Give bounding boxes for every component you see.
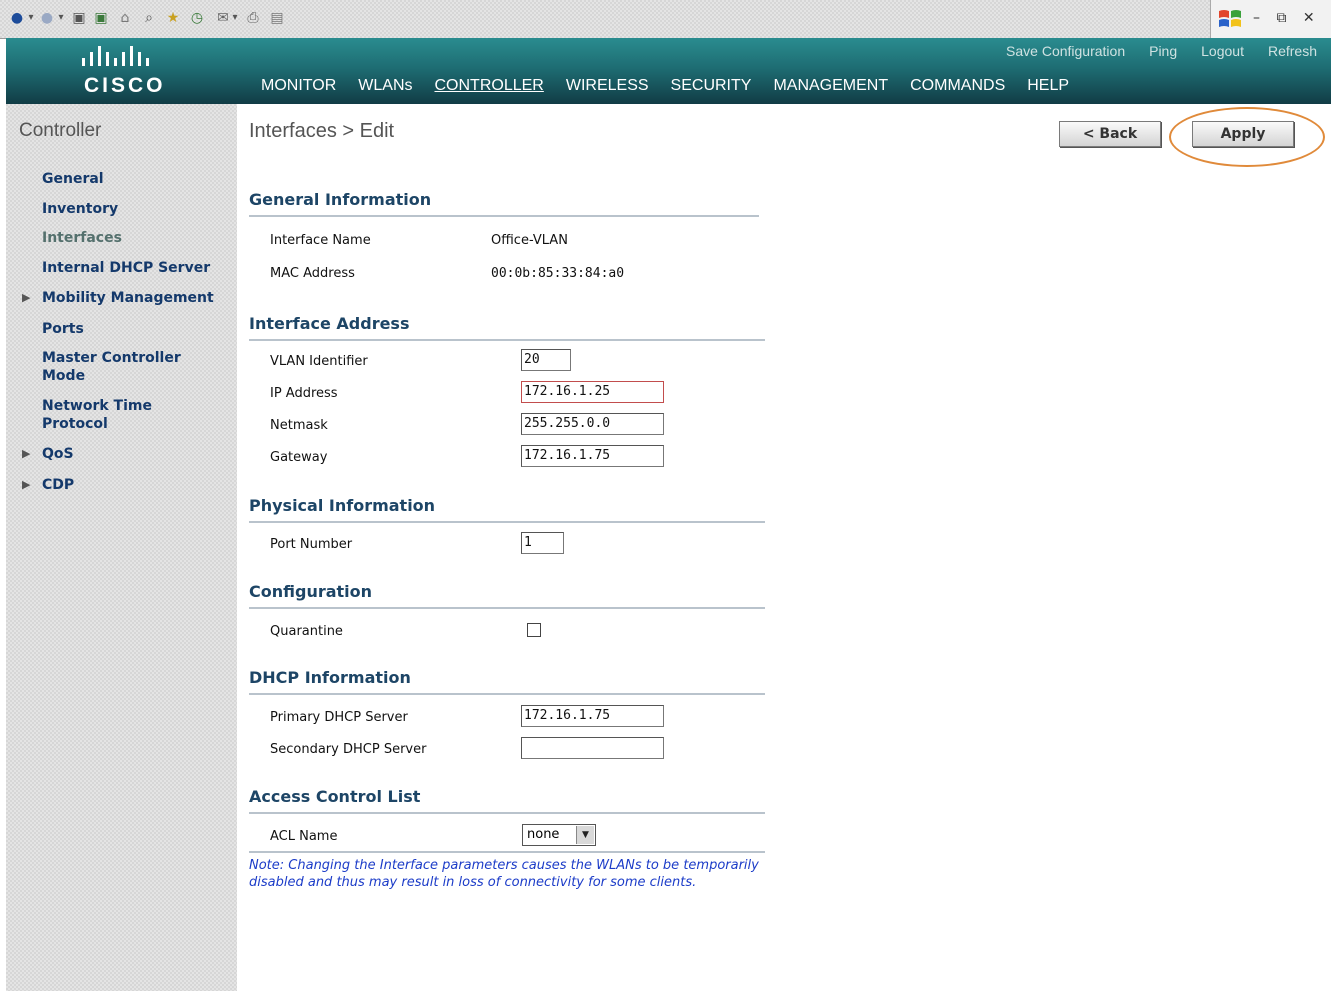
vlan-identifier-label: VLAN Identifier <box>270 354 368 369</box>
sidebar-item-general[interactable]: General <box>42 170 237 188</box>
ip-address-label: IP Address <box>270 386 338 401</box>
save-configuration-link[interactable]: Save Configuration <box>1006 43 1125 59</box>
home-icon[interactable]: ⌂ <box>116 9 134 27</box>
sidebar-item-cdp[interactable]: ▶ CDP <box>22 476 237 494</box>
section-divider <box>249 693 765 695</box>
warning-note: Note: Changing the Interface parameters … <box>249 858 759 890</box>
gateway-input[interactable]: 172.16.1.75 <box>521 445 664 467</box>
vlan-identifier-input[interactable]: 20 <box>521 349 571 371</box>
sidebar-item-qos[interactable]: ▶ QoS <box>22 445 237 463</box>
nav-wireless[interactable]: WIRELESS <box>555 77 660 95</box>
section-title-configuration: Configuration <box>249 582 373 601</box>
expand-arrow-icon[interactable]: ▶ <box>22 476 30 494</box>
section-divider <box>249 851 765 853</box>
content-panel: Interfaces > Edit < Back Apply General I… <box>237 104 1331 991</box>
chevron-down-icon[interactable]: ▼ <box>576 826 594 844</box>
section-divider <box>249 339 765 341</box>
sidebar-item-inventory[interactable]: Inventory <box>42 200 237 218</box>
expand-arrow-icon[interactable]: ▶ <box>22 445 30 463</box>
netmask-label: Netmask <box>270 418 328 433</box>
nav-monitor[interactable]: MONITOR <box>250 77 347 95</box>
window-controls: – ⧉ ✕ <box>1210 0 1331 38</box>
gateway-label: Gateway <box>270 450 328 465</box>
sidebar-item-mobility-management[interactable]: ▶ Mobility Management <box>22 289 237 307</box>
section-title-physical: Physical Information <box>249 496 436 515</box>
history-icon[interactable]: ◷ <box>188 9 206 27</box>
section-divider <box>249 812 765 814</box>
sidebar-item-label: CDP <box>42 477 75 493</box>
nav-security[interactable]: SECURITY <box>660 77 763 95</box>
edit-icon[interactable]: ▤ <box>268 9 286 27</box>
sidebar-item-master-controller-mode[interactable]: Master Controller Mode <box>42 349 202 385</box>
back-button[interactable]: < Back <box>1059 121 1161 147</box>
browser-toolbar: ● ▾ ● ▾ ▣ ▣ ⌂ ⌕ ★ ◷ ✉ ▾ ⎙ ▤ – ⧉ ✕ <box>0 0 1331 39</box>
back-dropdown-icon[interactable]: ▾ <box>28 10 34 26</box>
sidebar-item-label: QoS <box>42 446 74 462</box>
refresh-icon[interactable]: ▣ <box>92 9 110 27</box>
section-title-acl: Access Control List <box>249 787 421 806</box>
search-icon[interactable]: ⌕ <box>140 9 158 27</box>
port-number-label: Port Number <box>270 537 353 552</box>
windows-logo-icon <box>1219 10 1241 27</box>
quarantine-label: Quarantine <box>270 624 343 639</box>
sidebar-item-internal-dhcp-server[interactable]: Internal DHCP Server <box>42 259 237 277</box>
acl-name-label: ACL Name <box>270 829 338 844</box>
print-icon[interactable]: ⎙ <box>244 9 262 27</box>
breadcrumb: Interfaces > Edit <box>249 120 395 142</box>
port-number-input[interactable]: 1 <box>521 532 564 554</box>
expand-arrow-icon[interactable]: ▶ <box>22 289 30 307</box>
nav-commands[interactable]: COMMANDS <box>899 77 1016 95</box>
top-links: Save Configuration Ping Logout Refresh <box>1006 43 1317 59</box>
main-nav: MONITOR WLANs CONTROLLER WIRELESS SECURI… <box>250 77 1080 95</box>
interface-name-value: Office-VLAN <box>491 233 568 248</box>
sidebar: Controller General Inventory Interfaces … <box>6 104 237 991</box>
forward-dropdown-icon[interactable]: ▾ <box>58 10 64 26</box>
ip-address-input[interactable]: 172.16.1.25 <box>521 381 664 403</box>
cisco-logo-bars-icon <box>82 46 149 66</box>
section-title-dhcp: DHCP Information <box>249 668 411 687</box>
section-divider <box>249 215 759 217</box>
nav-help[interactable]: HELP <box>1016 77 1080 95</box>
logout-link[interactable]: Logout <box>1201 43 1244 59</box>
interface-name-label: Interface Name <box>270 233 371 248</box>
section-title-interface-address: Interface Address <box>249 314 410 333</box>
mac-address-value: 00:0b:85:33:84:a0 <box>491 266 625 281</box>
mac-address-label: MAC Address <box>270 266 355 281</box>
section-divider <box>249 607 765 609</box>
acl-name-selected-value: none <box>527 827 560 842</box>
window-buttons[interactable]: – ⧉ ✕ <box>1253 10 1321 26</box>
netmask-input[interactable]: 255.255.0.0 <box>521 413 664 435</box>
mail-dropdown-icon[interactable]: ▾ <box>232 10 238 26</box>
primary-dhcp-server-input[interactable]: 172.16.1.75 <box>521 705 664 727</box>
refresh-link[interactable]: Refresh <box>1268 43 1317 59</box>
secondary-dhcp-server-input[interactable] <box>521 737 664 759</box>
mail-icon[interactable]: ✉ <box>214 9 232 27</box>
section-title-general: General Information <box>249 190 432 209</box>
stop-icon[interactable]: ▣ <box>70 9 88 27</box>
nav-wlans[interactable]: WLANs <box>347 77 423 95</box>
section-divider <box>249 521 765 523</box>
sidebar-item-ports[interactable]: Ports <box>42 320 237 338</box>
ping-link[interactable]: Ping <box>1149 43 1177 59</box>
nav-controller[interactable]: CONTROLLER <box>424 77 555 95</box>
quarantine-checkbox[interactable] <box>527 623 541 637</box>
apply-button[interactable]: Apply <box>1192 121 1294 147</box>
favorites-icon[interactable]: ★ <box>164 9 182 27</box>
back-icon[interactable]: ● <box>8 9 26 27</box>
sidebar-item-network-time-protocol[interactable]: Network Time Protocol <box>42 397 182 433</box>
secondary-dhcp-server-label: Secondary DHCP Server <box>270 742 427 757</box>
sidebar-item-interfaces[interactable]: Interfaces <box>42 229 237 247</box>
acl-name-select[interactable]: none ▼ <box>522 824 596 846</box>
cisco-logo: CISCO <box>84 74 166 97</box>
sidebar-title: Controller <box>19 120 102 141</box>
forward-icon[interactable]: ● <box>38 9 56 27</box>
sidebar-item-label: Mobility Management <box>42 290 214 306</box>
cisco-header: CISCO Save Configuration Ping Logout Ref… <box>6 38 1331 106</box>
nav-management[interactable]: MANAGEMENT <box>762 77 899 95</box>
primary-dhcp-server-label: Primary DHCP Server <box>270 710 408 725</box>
